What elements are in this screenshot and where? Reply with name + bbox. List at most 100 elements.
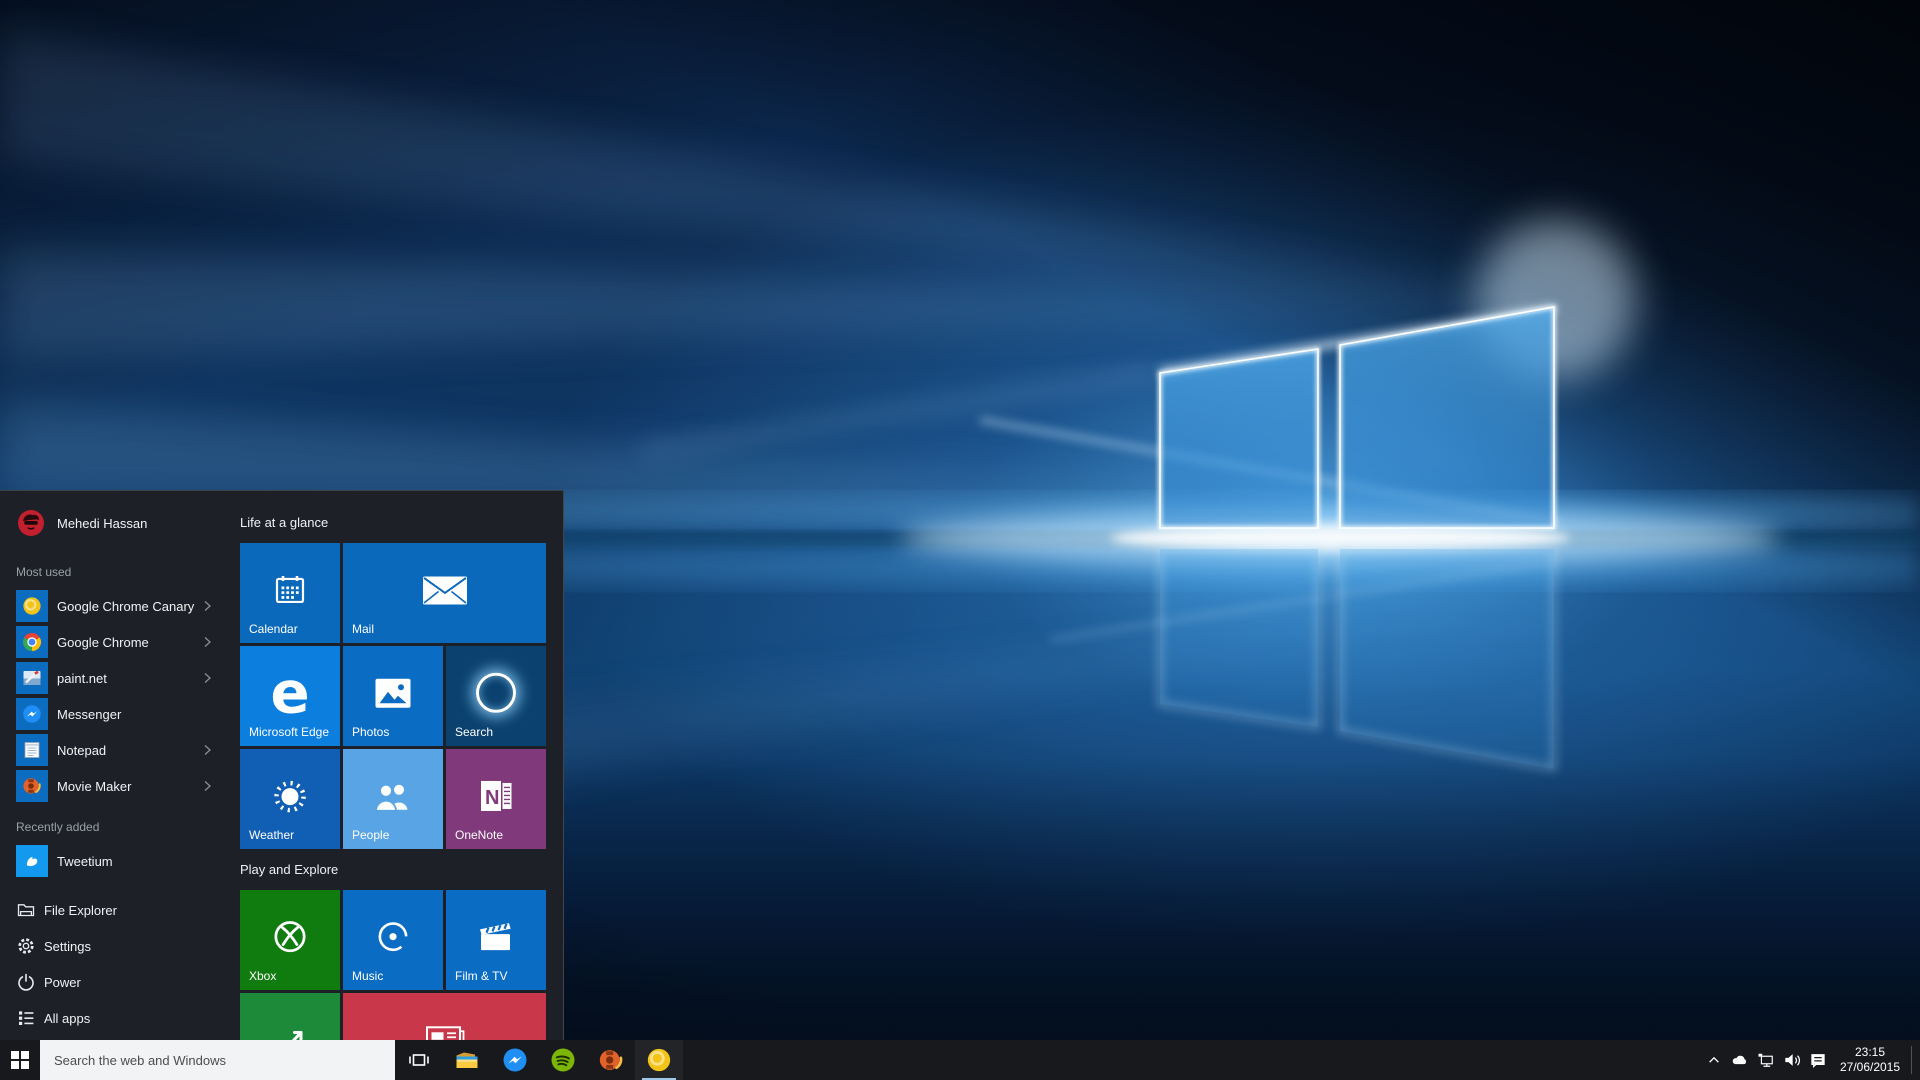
chevron-right-icon[interactable] (202, 780, 212, 792)
music-icon (372, 916, 414, 958)
tray-chevron-up-icon[interactable] (1701, 1040, 1727, 1080)
mail-icon (422, 574, 468, 606)
taskbar-icon-file-explorer[interactable] (443, 1040, 491, 1080)
app-item-messenger[interactable]: Messenger (0, 696, 230, 732)
show-desktop-button[interactable] (1914, 1040, 1920, 1080)
tile-label: People (352, 828, 390, 842)
tile-group-label: Play and Explore (240, 862, 339, 877)
tile-search[interactable]: Search (446, 646, 546, 746)
taskbar-search[interactable] (40, 1040, 395, 1080)
tile-label: Xbox (249, 969, 277, 983)
film-tv-icon (476, 919, 516, 955)
tile-weather[interactable]: Weather (240, 749, 340, 849)
user-avatar (18, 510, 44, 536)
app-label: Messenger (57, 706, 122, 722)
photos-icon (373, 676, 413, 710)
app-item-notepad[interactable]: Notepad (0, 732, 230, 768)
network-icon[interactable] (1753, 1040, 1779, 1080)
chevron-right-icon[interactable] (202, 744, 212, 756)
app-label: Tweetium (57, 853, 113, 869)
news-icon (422, 1023, 468, 1040)
system-tray: 23:15 27/06/2015 (1701, 1040, 1920, 1080)
chevron-right-icon[interactable] (202, 672, 212, 684)
taskbar-icon-messenger[interactable] (491, 1040, 539, 1080)
search-input[interactable] (40, 1040, 395, 1080)
tile-xbox[interactable]: Xbox (240, 890, 340, 990)
power-icon (16, 972, 36, 992)
tile-group-life-at-a-glance: Calendar Mail e Microsoft Edge Photos Se… (240, 543, 563, 849)
app-label: Google Chrome (57, 634, 149, 650)
tile-label: Microsoft Edge (249, 725, 330, 739)
tweetium-icon (16, 845, 48, 877)
chrome-canary-icon (646, 1047, 672, 1073)
messenger-icon (502, 1047, 528, 1073)
clock-time: 23:15 (1854, 1045, 1886, 1059)
start-button[interactable] (0, 1040, 40, 1080)
partial-tile-stock-chart[interactable] (240, 993, 340, 1040)
app-item-movie-maker[interactable]: Movie Maker (0, 768, 230, 804)
calendar-icon (271, 571, 309, 609)
chevron-right-icon[interactable] (202, 636, 212, 648)
start-item-settings[interactable]: Settings (0, 928, 230, 964)
xbox-icon (269, 916, 311, 958)
app-item-google-chrome[interactable]: Google Chrome (0, 624, 230, 660)
start-menu: Mehedi Hassan Most used Google Chrome Ca… (0, 490, 564, 1040)
taskbar-icon-movie-maker[interactable] (587, 1040, 635, 1080)
tile-onenote[interactable]: N OneNote (446, 749, 546, 849)
svg-text:N: N (485, 787, 499, 809)
search-ring-icon (476, 672, 516, 713)
clock-date: 27/06/2015 (1839, 1060, 1901, 1074)
people-icon (371, 779, 415, 813)
most-used-list: Google Chrome Canary Google Chrome paint… (0, 588, 230, 804)
recently-added-list: Tweetium (0, 843, 230, 879)
user-profile[interactable]: Mehedi Hassan (18, 507, 230, 539)
tile-label: Photos (352, 725, 390, 739)
notepad-icon (16, 734, 48, 766)
settings-icon (16, 936, 36, 956)
user-name: Mehedi Hassan (57, 515, 148, 531)
tile-film-and-tv[interactable]: Film & TV (446, 890, 546, 990)
chrome-canary-icon (16, 590, 48, 622)
tile-music[interactable]: Music (343, 890, 443, 990)
onedrive-cloud-icon[interactable] (1727, 1040, 1753, 1080)
action-center-icon[interactable] (1805, 1040, 1831, 1080)
windows-logo-icon (11, 1051, 29, 1069)
task-view-icon (406, 1047, 432, 1073)
app-label: paint.net (57, 670, 107, 686)
taskbar-icon-chrome-canary[interactable] (635, 1040, 683, 1080)
start-item-power[interactable]: Power (0, 964, 230, 1000)
most-used-label: Most used (16, 565, 72, 579)
tile-label: Music (352, 969, 384, 983)
chevron-right-icon[interactable] (202, 600, 212, 612)
app-label: Movie Maker (57, 778, 132, 794)
paintnet-icon (16, 662, 48, 694)
tile-label: Search (455, 725, 494, 739)
onenote-icon: N (476, 777, 516, 815)
app-item-google-chrome-canary[interactable]: Google Chrome Canary (0, 588, 230, 624)
stock-chart-icon (269, 1024, 311, 1040)
tile-mail[interactable]: Mail (343, 543, 546, 643)
partial-tile-news[interactable] (343, 993, 546, 1040)
taskbar-clock[interactable]: 23:15 27/06/2015 (1831, 1040, 1909, 1080)
tray-separator (1911, 1046, 1912, 1074)
file-explorer-icon (16, 900, 36, 920)
task-view-button[interactable] (395, 1040, 443, 1080)
all-apps-icon (16, 1008, 36, 1028)
tile-people[interactable]: People (343, 749, 443, 849)
app-item-tweetium[interactable]: Tweetium (0, 843, 230, 879)
app-item-paintnet[interactable]: paint.net (0, 660, 230, 696)
edge-icon: e (270, 658, 310, 727)
start-item-file-explorer[interactable]: File Explorer (0, 892, 230, 928)
tile-label: Calendar (249, 622, 298, 636)
tile-microsoft-edge[interactable]: e Microsoft Edge (240, 646, 340, 746)
tile-group-play-and-explore: Xbox Music Film & TV (240, 890, 563, 1040)
tile-photos[interactable]: Photos (343, 646, 443, 746)
volume-icon[interactable] (1779, 1040, 1805, 1080)
start-item-all-apps[interactable]: All apps (0, 1000, 230, 1036)
weather-sun-icon (269, 775, 311, 817)
tile-calendar[interactable]: Calendar (240, 543, 340, 643)
taskbar-icon-spotify[interactable] (539, 1040, 587, 1080)
movie-maker-icon (16, 770, 48, 802)
app-label: Google Chrome Canary (57, 598, 195, 614)
app-label: Notepad (57, 742, 107, 758)
